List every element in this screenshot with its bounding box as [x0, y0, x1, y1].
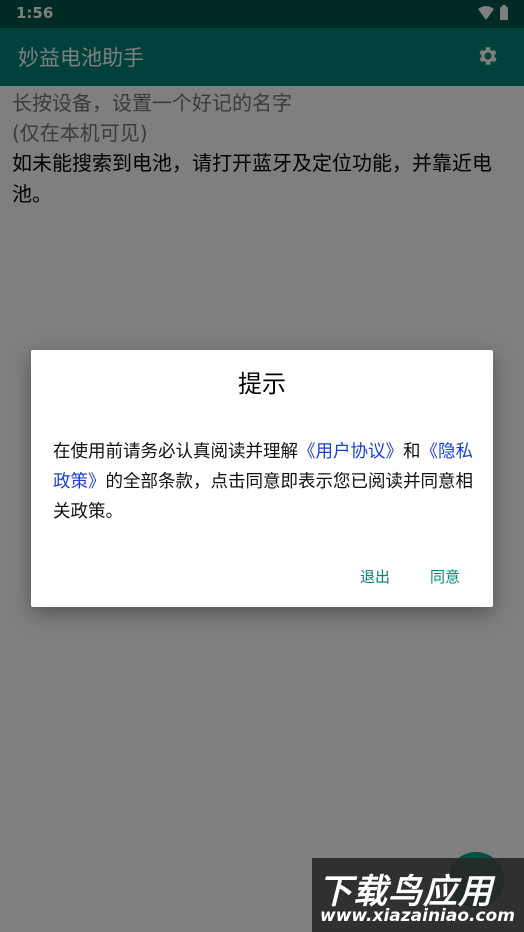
exit-button[interactable]: 退出	[360, 566, 390, 587]
user-agreement-link[interactable]: 《用户协议》	[298, 442, 403, 462]
dialog-message-prefix: 在使用前请务必认真阅读并理解	[53, 442, 298, 462]
watermark: 下载鸟应用 www.xiazainiao.com	[312, 858, 524, 932]
watermark-url: www.xiazainiao.com	[320, 906, 515, 926]
dialog-title: 提示	[238, 370, 286, 398]
privacy-dialog: 提示 在使用前请务必认真阅读并理解《用户协议》和《隐私政策》的全部条款，点击同意…	[31, 350, 493, 607]
agree-button[interactable]: 同意	[430, 566, 460, 587]
dialog-message-suffix: 的全部条款，点击同意即表示您已阅读并同意相关政策。	[53, 472, 473, 522]
dialog-message-and: 和	[403, 442, 421, 462]
dialog-message: 在使用前请务必认真阅读并理解《用户协议》和《隐私政策》的全部条款，点击同意即表示…	[53, 437, 473, 527]
